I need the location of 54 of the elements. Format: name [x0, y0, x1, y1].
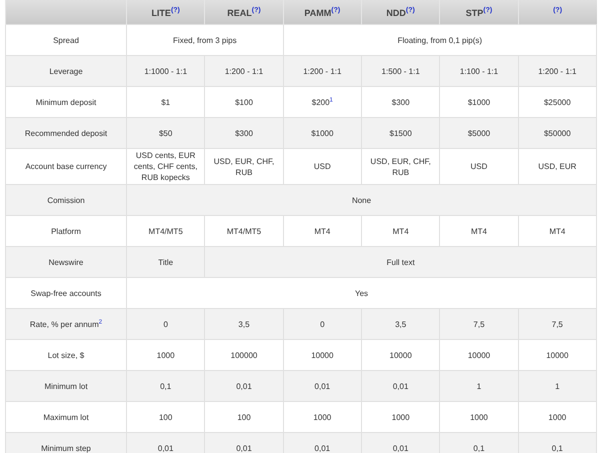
- table-cell: Fixed, from 3 pips: [126, 24, 284, 56]
- row-label: Minimum lot: [6, 370, 126, 402]
- table-cell: 1:200 - 1:1: [283, 56, 362, 86]
- table-cell: 0,01: [126, 432, 205, 453]
- row-label: Minimum step: [6, 432, 126, 453]
- table-cell: 0: [126, 308, 205, 340]
- table-cell: 0,01: [283, 432, 362, 453]
- column-label: NDD: [386, 8, 406, 18]
- table-cell: 0,01: [361, 370, 440, 402]
- table-cell: Full text: [204, 246, 596, 278]
- table-cell: 0,01: [204, 432, 284, 453]
- table-cell: 3,5: [361, 308, 440, 340]
- table-cell: 1:1000 - 1:1: [126, 56, 205, 86]
- row-label: Spread: [6, 24, 126, 56]
- table-cell: 1: [440, 370, 518, 402]
- table-cell: 0: [283, 308, 362, 340]
- help-link[interactable]: (?): [252, 6, 261, 14]
- table-cell: 3,5: [204, 308, 284, 340]
- table-cell: 0,1: [440, 432, 518, 453]
- table-cell: $300: [204, 118, 284, 148]
- column-label: PAMM: [304, 8, 332, 18]
- help-link[interactable]: (?): [553, 6, 562, 14]
- help-link[interactable]: (?): [331, 6, 340, 14]
- column-label: LITE: [151, 8, 171, 18]
- table-cell: 0,01: [361, 432, 440, 453]
- help-link[interactable]: (?): [406, 6, 415, 14]
- help-link[interactable]: (?): [483, 6, 492, 14]
- table-cell: Title: [126, 246, 205, 278]
- table-cell: $50000: [518, 118, 596, 148]
- table-cell: $5000: [440, 118, 518, 148]
- help-link[interactable]: (?): [170, 6, 180, 14]
- table-cell: 1:100 - 1:1: [440, 56, 518, 86]
- table-cell: Floating, from 0,1 pip(s): [283, 24, 596, 56]
- row-label: Rate, % per annum$^{2}$: [6, 308, 126, 340]
- row-label: Leverage: [6, 56, 126, 86]
- table-cell: 0,1: [126, 370, 205, 402]
- table-cell: 7,5: [440, 308, 518, 340]
- table-cell: $50: [126, 118, 205, 148]
- row-label: Recommended deposit: [6, 118, 126, 148]
- table-cell: 0,01: [204, 370, 284, 402]
- column-label: STP: [466, 8, 484, 18]
- table-cell: $1000: [283, 118, 362, 148]
- table-cell: 7,5: [518, 308, 596, 340]
- column-label: REAL: [227, 8, 252, 18]
- table-cell: 1:200 - 1:1: [204, 56, 284, 86]
- table-cell: 0,1: [518, 432, 596, 453]
- table-cell: 0,01: [283, 370, 362, 402]
- table-cell: 1:200 - 1:1: [518, 56, 596, 86]
- row-label: Comission: [6, 184, 126, 216]
- table-cell: 1: [518, 370, 596, 402]
- table-cell: None: [126, 184, 596, 216]
- row-label: Newswire: [6, 246, 126, 278]
- table-cell: $1500: [361, 118, 440, 148]
- table-cell: 1:500 - 1:1: [361, 56, 440, 86]
